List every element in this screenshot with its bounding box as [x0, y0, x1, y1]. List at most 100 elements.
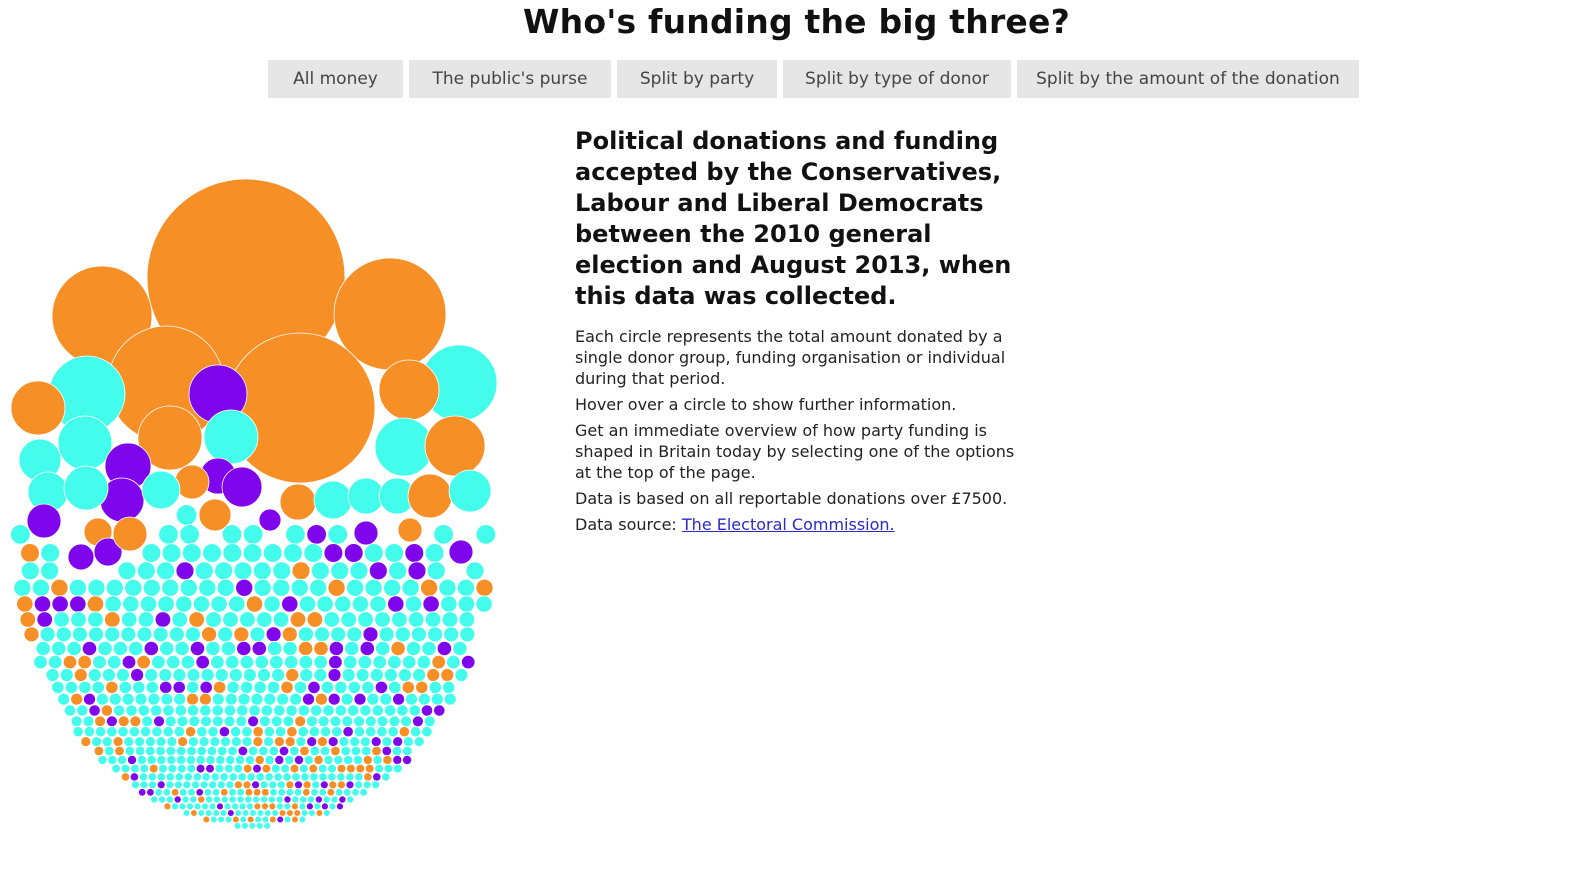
donor-bubble[interactable] — [136, 654, 151, 670]
donor-bubble[interactable] — [13, 578, 32, 597]
donor-bubble[interactable] — [175, 561, 195, 581]
donor-bubble[interactable] — [113, 704, 126, 717]
donor-bubble[interactable] — [310, 788, 319, 797]
donor-bubble[interactable] — [299, 745, 310, 757]
donor-bubble[interactable] — [475, 578, 494, 597]
donor-bubble[interactable] — [82, 715, 95, 728]
donor-bubble[interactable] — [330, 626, 347, 643]
donor-bubble[interactable] — [166, 755, 177, 766]
donor-bubble[interactable] — [124, 745, 136, 757]
donor-bubble[interactable] — [212, 809, 220, 817]
donor-bubble[interactable] — [10, 524, 31, 545]
donor-bubble[interactable] — [289, 763, 300, 774]
donor-bubble[interactable] — [23, 626, 40, 643]
donor-bubble[interactable] — [383, 704, 397, 717]
donor-bubble[interactable] — [151, 654, 166, 670]
donor-bubble[interactable] — [347, 704, 360, 717]
donor-bubble[interactable] — [72, 626, 88, 643]
donor-bubble[interactable] — [263, 736, 275, 747]
donor-bubble[interactable] — [220, 640, 236, 657]
donor-bubble[interactable] — [313, 755, 324, 766]
donor-bubble[interactable] — [216, 802, 224, 811]
donor-bubble[interactable] — [207, 726, 219, 738]
donor-bubble[interactable] — [238, 802, 247, 811]
donor-bubble[interactable] — [103, 745, 115, 757]
donor-bubble[interactable] — [173, 692, 187, 706]
donor-bubble[interactable] — [270, 763, 281, 774]
donor-bubble[interactable] — [374, 611, 391, 628]
donor-bubble[interactable] — [392, 755, 403, 766]
split-by-party-button[interactable]: Split by party — [617, 60, 777, 98]
donor-bubble[interactable] — [211, 715, 224, 728]
donor-bubble[interactable] — [179, 788, 188, 797]
donor-bubble[interactable] — [188, 611, 205, 628]
donor-bubble[interactable] — [388, 680, 402, 695]
donor-bubble[interactable] — [289, 611, 307, 628]
donor-bubble[interactable] — [172, 668, 187, 682]
donor-bubble[interactable] — [72, 726, 84, 738]
donor-bubble[interactable] — [343, 788, 352, 797]
donor-bubble[interactable] — [353, 692, 367, 706]
donor-bubble[interactable] — [291, 561, 311, 581]
donor-bubble[interactable] — [274, 726, 287, 738]
donor-bubble[interactable] — [420, 704, 434, 717]
donor-bubble[interactable] — [353, 520, 379, 546]
donor-bubble[interactable] — [64, 680, 79, 695]
donor-bubble[interactable] — [258, 715, 271, 728]
donor-bubble[interactable] — [239, 611, 256, 628]
donor-bubble[interactable] — [381, 745, 393, 757]
donor-bubble[interactable] — [112, 736, 124, 747]
donor-bubble[interactable] — [452, 640, 468, 657]
donor-bubble[interactable] — [101, 736, 113, 747]
donor-bubble[interactable] — [334, 704, 347, 717]
donor-bubble[interactable] — [171, 802, 179, 811]
donor-bubble[interactable] — [155, 745, 166, 757]
donor-bubble[interactable] — [289, 692, 303, 706]
donor-bubble[interactable] — [192, 595, 211, 613]
donor-bubble[interactable] — [182, 543, 202, 563]
donor-bubble[interactable] — [136, 755, 147, 766]
donor-bubble[interactable] — [88, 626, 104, 643]
donor-bubble[interactable] — [290, 802, 299, 811]
donor-bubble[interactable] — [328, 654, 343, 670]
donor-bubble[interactable] — [309, 772, 319, 782]
donor-bubble[interactable] — [150, 795, 159, 804]
donor-bubble[interactable] — [323, 611, 341, 628]
donor-bubble[interactable] — [102, 668, 116, 682]
donor-bubble[interactable] — [426, 561, 446, 581]
donor-bubble[interactable] — [368, 561, 388, 581]
donor-bubble[interactable] — [217, 626, 234, 643]
donor-bubble[interactable] — [122, 595, 140, 613]
donor-bubble[interactable] — [275, 802, 284, 811]
donor-bubble[interactable] — [20, 561, 40, 581]
donor-bubble[interactable] — [73, 668, 88, 682]
donor-bubble[interactable] — [121, 692, 135, 706]
donor-bubble[interactable] — [334, 788, 344, 797]
donor-bubble[interactable] — [117, 755, 128, 766]
donor-bubble[interactable] — [255, 772, 265, 782]
donor-bubble[interactable] — [208, 802, 217, 811]
donor-bubble[interactable] — [237, 772, 247, 782]
donor-bubble[interactable] — [160, 692, 174, 706]
donor-bubble[interactable] — [117, 561, 137, 581]
donor-bubble[interactable] — [456, 578, 475, 597]
donor-bubble[interactable] — [322, 704, 335, 717]
donor-bubble[interactable] — [272, 611, 290, 628]
donor-bubble[interactable] — [309, 745, 321, 757]
donor-bubble[interactable] — [306, 795, 315, 804]
donor-bubble[interactable] — [297, 704, 310, 717]
donor-bubble[interactable] — [286, 726, 298, 738]
donor-bubble[interactable] — [376, 715, 389, 728]
donor-bubble[interactable] — [182, 780, 192, 790]
donor-bubble[interactable] — [158, 524, 179, 545]
donor-bubble[interactable] — [285, 524, 306, 545]
donor-bubble[interactable] — [388, 715, 401, 728]
donor-bubble[interactable] — [139, 595, 158, 613]
donor-bubble[interactable] — [138, 772, 148, 782]
donor-bubble[interactable] — [402, 745, 413, 757]
donor-bubble[interactable] — [197, 809, 206, 817]
donor-bubble[interactable] — [421, 726, 433, 738]
donor-bubble[interactable] — [117, 715, 130, 728]
donor-bubble[interactable] — [51, 595, 69, 613]
donor-bubble[interactable] — [80, 736, 92, 747]
